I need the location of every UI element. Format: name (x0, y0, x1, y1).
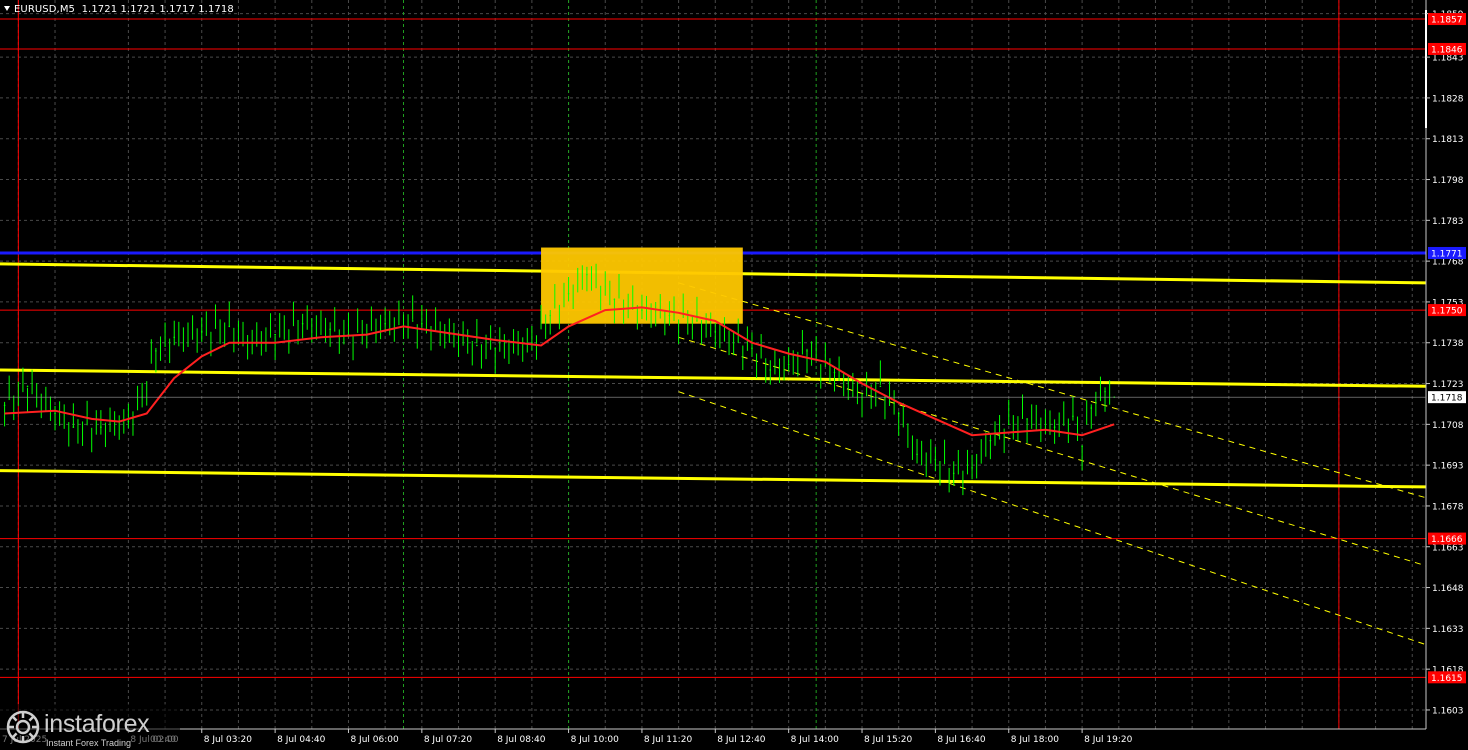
dropdown-triangle-icon[interactable] (4, 6, 10, 11)
x-tick-label: 8 Jul 14:00 (791, 735, 840, 745)
price-point (1053, 426, 1056, 428)
price-point (1072, 415, 1074, 417)
x-tick-label: 8 Jul 15:20 (864, 735, 913, 745)
current-price-label: 1.1718 (1431, 394, 1463, 404)
price-point (879, 385, 882, 388)
chart-window[interactable]: 1.18591.18431.18281.18131.17981.17831.17… (0, 0, 1468, 750)
price-point (668, 314, 671, 317)
price-point (274, 333, 276, 336)
price-point (384, 322, 386, 325)
y-tick-label: 1.1648 (1432, 584, 1464, 594)
ohlc-values: 1.1721 1.1721 1.1717 1.1718 (81, 4, 234, 15)
price-chart[interactable]: 1.18591.18431.18281.18131.17981.17831.17… (0, 0, 1468, 750)
price-point (1026, 418, 1028, 420)
price-point (916, 453, 918, 456)
y-tick-label: 1.1813 (1432, 135, 1464, 145)
price-point (787, 363, 790, 366)
price-point (1081, 445, 1083, 447)
price-point (714, 331, 717, 333)
x-tick-label: 8 Jul 18:00 (1011, 735, 1060, 745)
y-tick-label: 1.1798 (1432, 176, 1464, 186)
price-point (989, 439, 992, 442)
price-point (127, 420, 130, 423)
x-tick-label: 8 Jul 19:20 (1084, 735, 1133, 745)
price-point (54, 412, 56, 415)
level-price-label: 1.1771 (1431, 249, 1463, 259)
price-point (806, 350, 808, 352)
price-point (173, 336, 176, 339)
symbol-timeframe: EURUSD,M5 (14, 4, 76, 15)
globe-logo-icon (6, 710, 40, 744)
price-point (421, 322, 423, 325)
price-point (934, 458, 937, 461)
price-point (586, 273, 588, 276)
price-point (751, 347, 753, 349)
watermark-tagline: Instant Forex Trading (46, 738, 132, 748)
price-point (155, 350, 157, 352)
price-axis-background (1426, 0, 1468, 750)
price-point (531, 341, 533, 344)
y-tick-label: 1.1738 (1432, 339, 1464, 349)
price-point (476, 344, 478, 347)
price-point (567, 292, 570, 295)
x-tick-label: 8 Jul 16:40 (937, 735, 986, 745)
y-tick-label: 1.1678 (1432, 502, 1464, 512)
price-point (228, 325, 231, 328)
watermark-brand: instaforex (44, 710, 150, 738)
price-point (100, 426, 102, 428)
x-tick-label: 8 Jul 03:20 (204, 735, 253, 745)
price-point (641, 309, 643, 311)
price-point (833, 371, 836, 374)
level-price-label: 1.1750 (1431, 307, 1463, 317)
level-price-label: 1.1846 (1431, 45, 1463, 55)
price-point (26, 385, 29, 388)
price-point (549, 314, 552, 317)
price-point (1090, 407, 1093, 409)
x-tick-label: 8 Jul 07:20 (424, 735, 473, 745)
price-point (72, 426, 75, 428)
price-point (696, 320, 698, 322)
x-tick-label: 8 Jul 06:00 (350, 735, 399, 745)
price-point (952, 472, 955, 475)
level-price-label: 1.1615 (1431, 674, 1463, 684)
y-tick-label: 1.1603 (1432, 706, 1464, 716)
y-tick-label: 1.1828 (1432, 94, 1464, 104)
chart-header: EURUSD,M5 1.1721 1.1721 1.1717 1.1718 (4, 4, 234, 15)
price-point (897, 412, 900, 415)
x-tick-label: 8 Jul 08:40 (497, 735, 546, 745)
price-point (971, 467, 973, 469)
price-point (1104, 390, 1106, 393)
x-tick-label: 8 Jul 11:20 (644, 735, 693, 745)
price-point (200, 331, 203, 333)
level-price-label: 1.1857 (1431, 16, 1463, 26)
price-point (1007, 423, 1010, 426)
price-point (494, 347, 497, 349)
price-point (3, 404, 6, 407)
y-tick-label: 1.1633 (1432, 625, 1464, 635)
x-tick-label: 8 Jul 10:00 (571, 735, 620, 745)
y-tick-label: 1.1783 (1432, 217, 1464, 227)
watermark: instaforex Instant Forex Trading (0, 704, 180, 750)
x-tick-label: 8 Jul 12:40 (717, 735, 766, 745)
chart-background (0, 0, 1468, 750)
x-tick-label: 8 Jul 04:40 (277, 735, 326, 745)
y-tick-label: 1.1723 (1432, 380, 1464, 390)
level-price-label: 1.1666 (1431, 535, 1463, 545)
price-point (301, 322, 304, 325)
price-point (411, 320, 414, 322)
price-point (329, 328, 331, 330)
price-point (613, 298, 616, 301)
y-tick-label: 1.1708 (1432, 421, 1464, 431)
y-tick-label: 1.1693 (1432, 462, 1464, 472)
price-point (769, 369, 772, 371)
